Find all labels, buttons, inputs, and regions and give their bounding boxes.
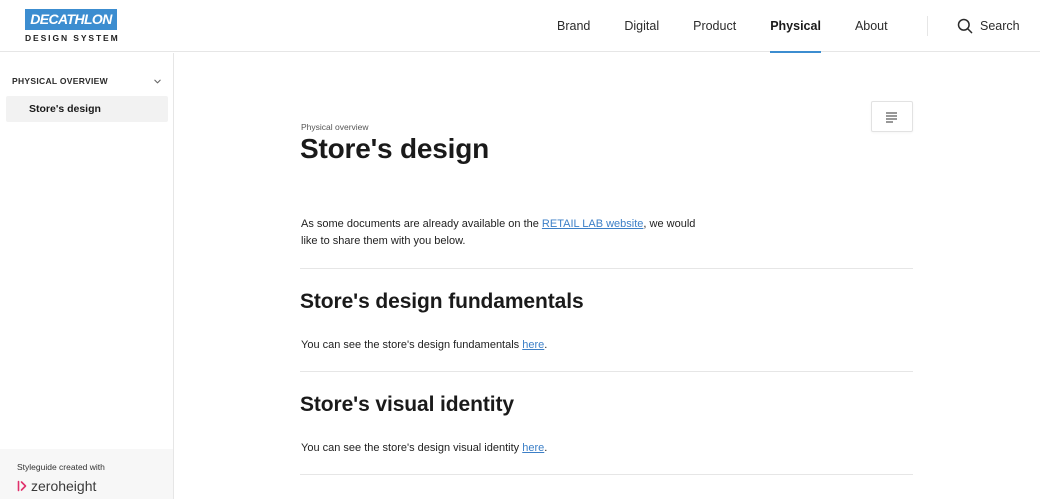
top-header: DECATHLON DESIGN SYSTEM Brand Digital Pr… — [0, 0, 1040, 53]
zeroheight-logo-icon — [17, 480, 27, 492]
logo-subtitle: DESIGN SYSTEM — [25, 33, 120, 43]
section-heading-fundamentals: Store's design fundamentals — [300, 290, 584, 313]
search-label: Search — [980, 19, 1020, 33]
page-title: Store's design — [300, 133, 490, 164]
visual-identity-here-link[interactable]: here — [522, 442, 544, 454]
sidebar-section-physical-overview[interactable]: PHYSICAL OVERVIEW — [12, 76, 162, 86]
visual-identity-text-after: . — [544, 442, 548, 454]
sidebar-footer: Styleguide created with zeroheight — [0, 449, 173, 499]
fundamentals-here-link[interactable]: here — [522, 339, 544, 351]
nav-item-digital[interactable]: Digital — [607, 0, 676, 52]
search-icon — [957, 18, 973, 34]
zeroheight-link[interactable]: zeroheight — [17, 478, 96, 494]
nav-item-product[interactable]: Product — [676, 0, 753, 52]
nav-item-about[interactable]: About — [838, 0, 905, 52]
footer-created-text: Styleguide created with — [17, 462, 105, 472]
intro-text-before: As some documents are already available … — [301, 218, 542, 230]
zeroheight-label: zeroheight — [31, 478, 97, 494]
sidebar-item-stores-design[interactable]: Store's design — [6, 96, 168, 122]
logo-wordmark: DECATHLON — [25, 9, 117, 30]
decathlon-logo[interactable]: DECATHLON DESIGN SYSTEM — [25, 9, 119, 43]
sidebar-section-label: PHYSICAL OVERVIEW — [12, 76, 108, 86]
visual-identity-text-before: You can see the store's design visual id… — [301, 442, 523, 454]
retail-lab-link[interactable]: RETAIL LAB website — [542, 218, 644, 230]
nav-divider — [927, 16, 928, 36]
nav-item-brand[interactable]: Brand — [540, 0, 607, 52]
nav-item-physical[interactable]: Physical — [753, 0, 838, 53]
section-divider — [300, 474, 913, 475]
section-text-fundamentals: You can see the store's design fundament… — [301, 339, 547, 351]
intro-paragraph: As some documents are already available … — [301, 216, 701, 250]
section-divider — [300, 371, 913, 372]
search-button[interactable]: Search — [957, 0, 1020, 52]
table-of-contents-button[interactable] — [871, 101, 913, 132]
chevron-down-icon — [154, 79, 161, 83]
section-heading-visual-identity: Store's visual identity — [300, 393, 514, 416]
section-divider — [300, 268, 913, 269]
table-of-contents-icon — [886, 111, 897, 123]
fundamentals-text-after: . — [544, 339, 548, 351]
section-text-visual-identity: You can see the store's design visual id… — [301, 442, 547, 454]
sidebar: PHYSICAL OVERVIEW Store's design Stylegu… — [0, 53, 174, 499]
page-eyebrow: Physical overview — [301, 122, 369, 132]
main-nav: Brand Digital Product Physical About — [540, 0, 905, 53]
fundamentals-text-before: You can see the store's design fundament… — [301, 339, 523, 351]
